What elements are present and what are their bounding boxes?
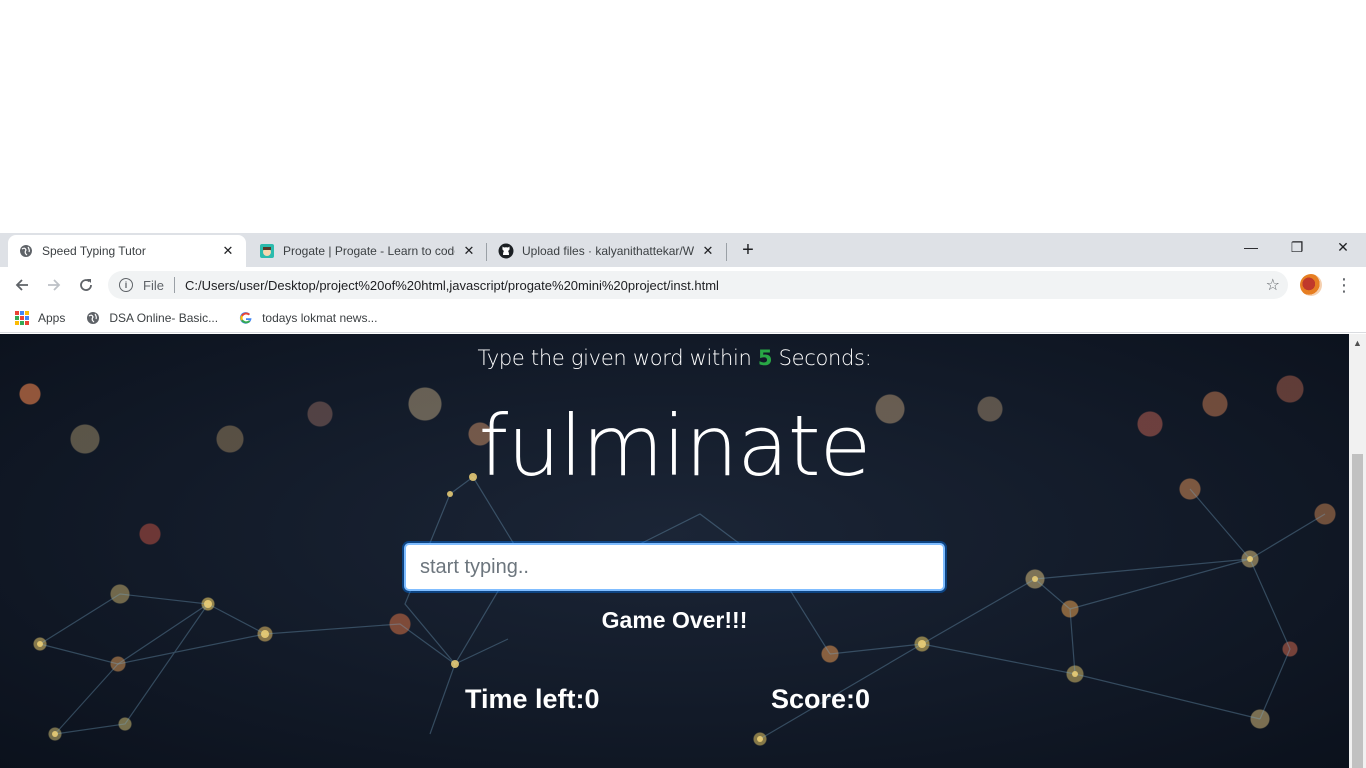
bookmark-lokmat-news[interactable]: todays lokmat news... <box>238 310 377 326</box>
score-label: Score: <box>771 684 856 714</box>
url-scheme: File <box>143 277 164 293</box>
close-icon[interactable]: ✕ <box>461 243 477 259</box>
minimize-button[interactable]: — <box>1228 233 1274 261</box>
tab-title: Speed Typing Tutor <box>42 244 146 258</box>
tab-progate[interactable]: Progate | Progate - Learn to code ✕ <box>249 235 487 267</box>
game-message: Game Over!!! <box>601 607 748 633</box>
scroll-up-arrow-icon[interactable]: ▲ <box>1349 336 1366 350</box>
tab-title: Progate | Progate - Learn to code <box>283 244 455 258</box>
bookmark-dsa-online[interactable]: DSA Online- Basic... <box>85 310 218 326</box>
bookmark-apps[interactable]: Apps <box>14 310 65 326</box>
time-left-value: 0 <box>584 684 600 714</box>
bookmark-star-icon[interactable]: ☆ <box>1266 275 1280 295</box>
progate-icon <box>259 243 275 259</box>
tab-title: Upload files · kalyanithattekar/W <box>522 244 694 258</box>
bookmark-label: todays lokmat news... <box>262 310 378 325</box>
menu-dots-icon[interactable]: ⋮ <box>1335 273 1353 297</box>
google-icon <box>238 310 254 326</box>
divider <box>173 277 175 293</box>
close-icon[interactable]: ✕ <box>220 243 236 259</box>
game-page: Type the given word within 5 Seconds: fu… <box>0 334 1349 768</box>
close-window-button[interactable]: ✕ <box>1320 233 1366 261</box>
back-arrow-icon[interactable] <box>10 273 34 297</box>
address-bar[interactable]: i File C:/Users/user/Desktop/project%20o… <box>108 271 1288 299</box>
forward-arrow-icon[interactable] <box>42 273 66 297</box>
score: Score:0 <box>771 684 870 715</box>
tab-separator <box>486 243 487 261</box>
new-tab-button[interactable]: + <box>736 238 760 262</box>
apps-grid-icon <box>14 310 30 326</box>
bookmark-label: Apps <box>38 310 66 325</box>
url-text[interactable]: C:/Users/user/Desktop/project%20of%20htm… <box>185 278 719 293</box>
info-icon[interactable]: i <box>119 278 133 292</box>
tab-strip: Speed Typing Tutor ✕ Progate | Progate -… <box>0 233 1366 267</box>
score-value: 0 <box>855 684 871 714</box>
tab-separator <box>726 243 727 261</box>
globe-icon <box>18 243 34 259</box>
profile-avatar[interactable] <box>1300 274 1322 296</box>
time-left-label: Time left: <box>465 684 585 714</box>
instructions-text: Type the given word within 5 Seconds: <box>0 346 1349 370</box>
instruction-suffix: Seconds: <box>772 346 872 370</box>
bookmark-label: DSA Online- Basic... <box>109 310 219 325</box>
github-icon <box>498 243 514 259</box>
bookmarks-bar: Apps DSA Online- Basic... todays lokmat … <box>0 303 1366 333</box>
tab-speed-typing-tutor[interactable]: Speed Typing Tutor ✕ <box>8 235 246 267</box>
page-scrollbar[interactable]: ▲ <box>1349 334 1366 768</box>
close-icon[interactable]: ✕ <box>700 243 716 259</box>
word-input[interactable] <box>404 543 945 591</box>
seconds-count: 5 <box>757 346 773 370</box>
scroll-thumb[interactable] <box>1352 454 1363 768</box>
browser-toolbar: i File C:/Users/user/Desktop/project%20o… <box>0 267 1366 303</box>
blank-area <box>0 0 1366 233</box>
restore-button[interactable]: ❐ <box>1274 233 1320 261</box>
tab-github-upload[interactable]: Upload files · kalyanithattekar/W ✕ <box>488 235 726 267</box>
reload-icon[interactable] <box>74 273 98 297</box>
instruction-prefix: Type the given word within <box>477 346 758 370</box>
current-word: fulminate <box>478 397 872 495</box>
time-left: Time left:0 <box>465 684 600 715</box>
globe-icon <box>85 310 101 326</box>
